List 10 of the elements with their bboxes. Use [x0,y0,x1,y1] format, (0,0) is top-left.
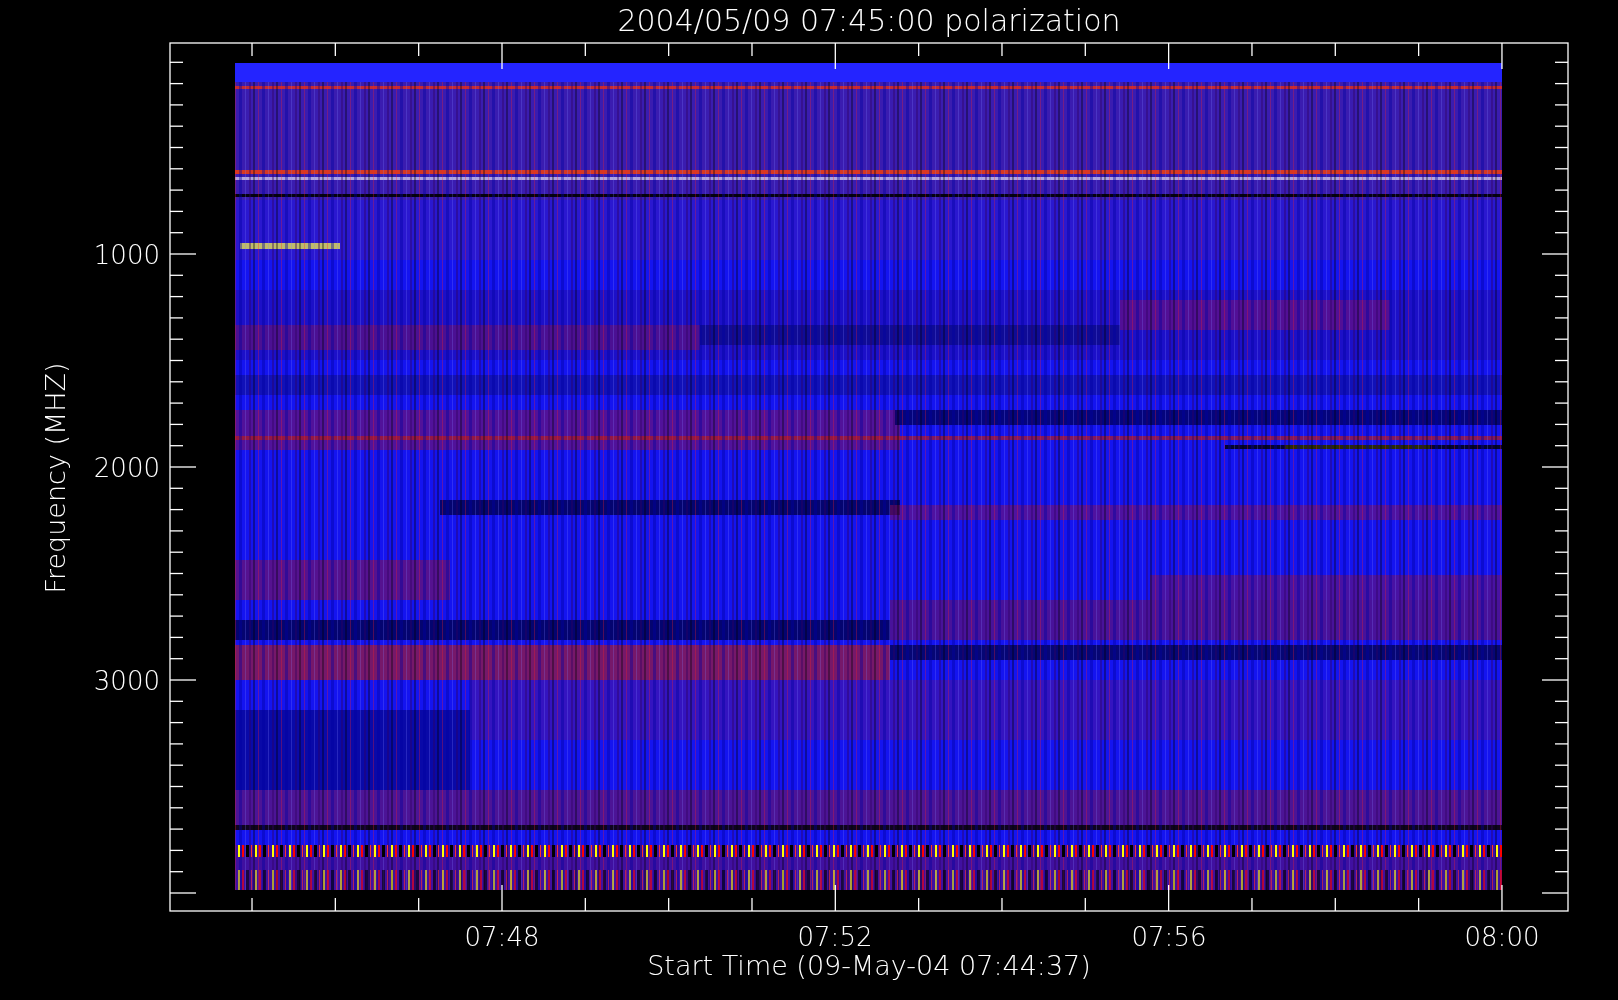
x-axis-label: Start Time (09-May-04 07:44:37) [647,950,1091,981]
y-tick-label: 2000 [93,453,160,483]
x-tick-label: 07:48 [464,922,540,952]
chart-title: 2004/05/09 07:45:00 polarization [617,3,1121,38]
x-tick-label: 08:00 [1464,922,1540,952]
y-tick-label: 1000 [93,240,160,270]
x-tick-label: 07:56 [1131,922,1207,952]
y-axis-label: Frequency (MHZ) [40,362,71,594]
x-tick-label: 07:52 [797,922,873,952]
y-tick-label: 3000 [93,666,160,696]
